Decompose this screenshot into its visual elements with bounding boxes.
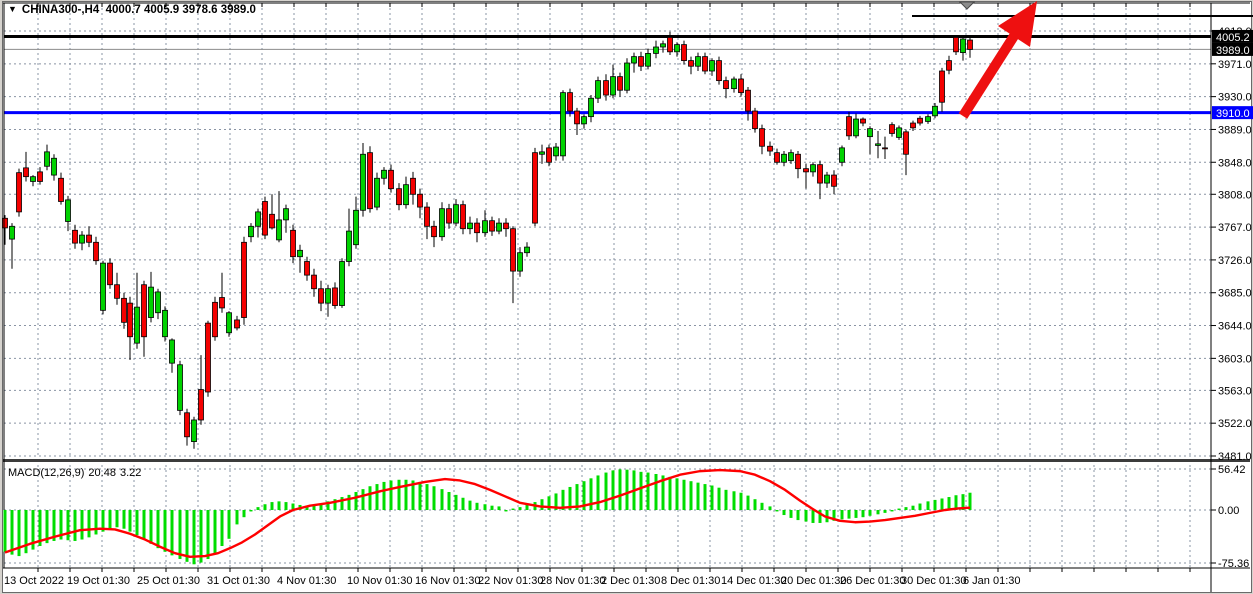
symbol-timeframe-label: CHINA300-,H4 [22, 4, 99, 16]
macd-value: 20.48 [88, 467, 116, 479]
time-axis-area[interactable] [4, 568, 1211, 592]
macd-signal-value: 3.22 [120, 467, 141, 479]
macd-indicator-label: MACD(12,26,9) 20.48 3.22 [8, 467, 145, 479]
ohlc-values: 4000.7 4005.9 3978.6 3989.0 [106, 4, 256, 16]
symbol-dropdown-icon[interactable]: ▼ [8, 4, 17, 14]
pane-separator[interactable] [3, 459, 1250, 462]
main-chart-pane[interactable] [4, 3, 1211, 458]
macd-pane[interactable] [4, 465, 1211, 568]
chart-canvas[interactable]: 4012.03971.03930.03889.03848.03808.03767… [0, 0, 1253, 594]
chart-title: ▼ CHINA300-,H4 4000.7 4005.9 3978.6 3989.… [8, 4, 256, 16]
macd-name: MACD(12,26,9) [8, 467, 84, 479]
mt4-chart-window: 4012.03971.03930.03889.03848.03808.03767… [0, 0, 1253, 594]
price-axis-area[interactable] [1211, 3, 1253, 592]
